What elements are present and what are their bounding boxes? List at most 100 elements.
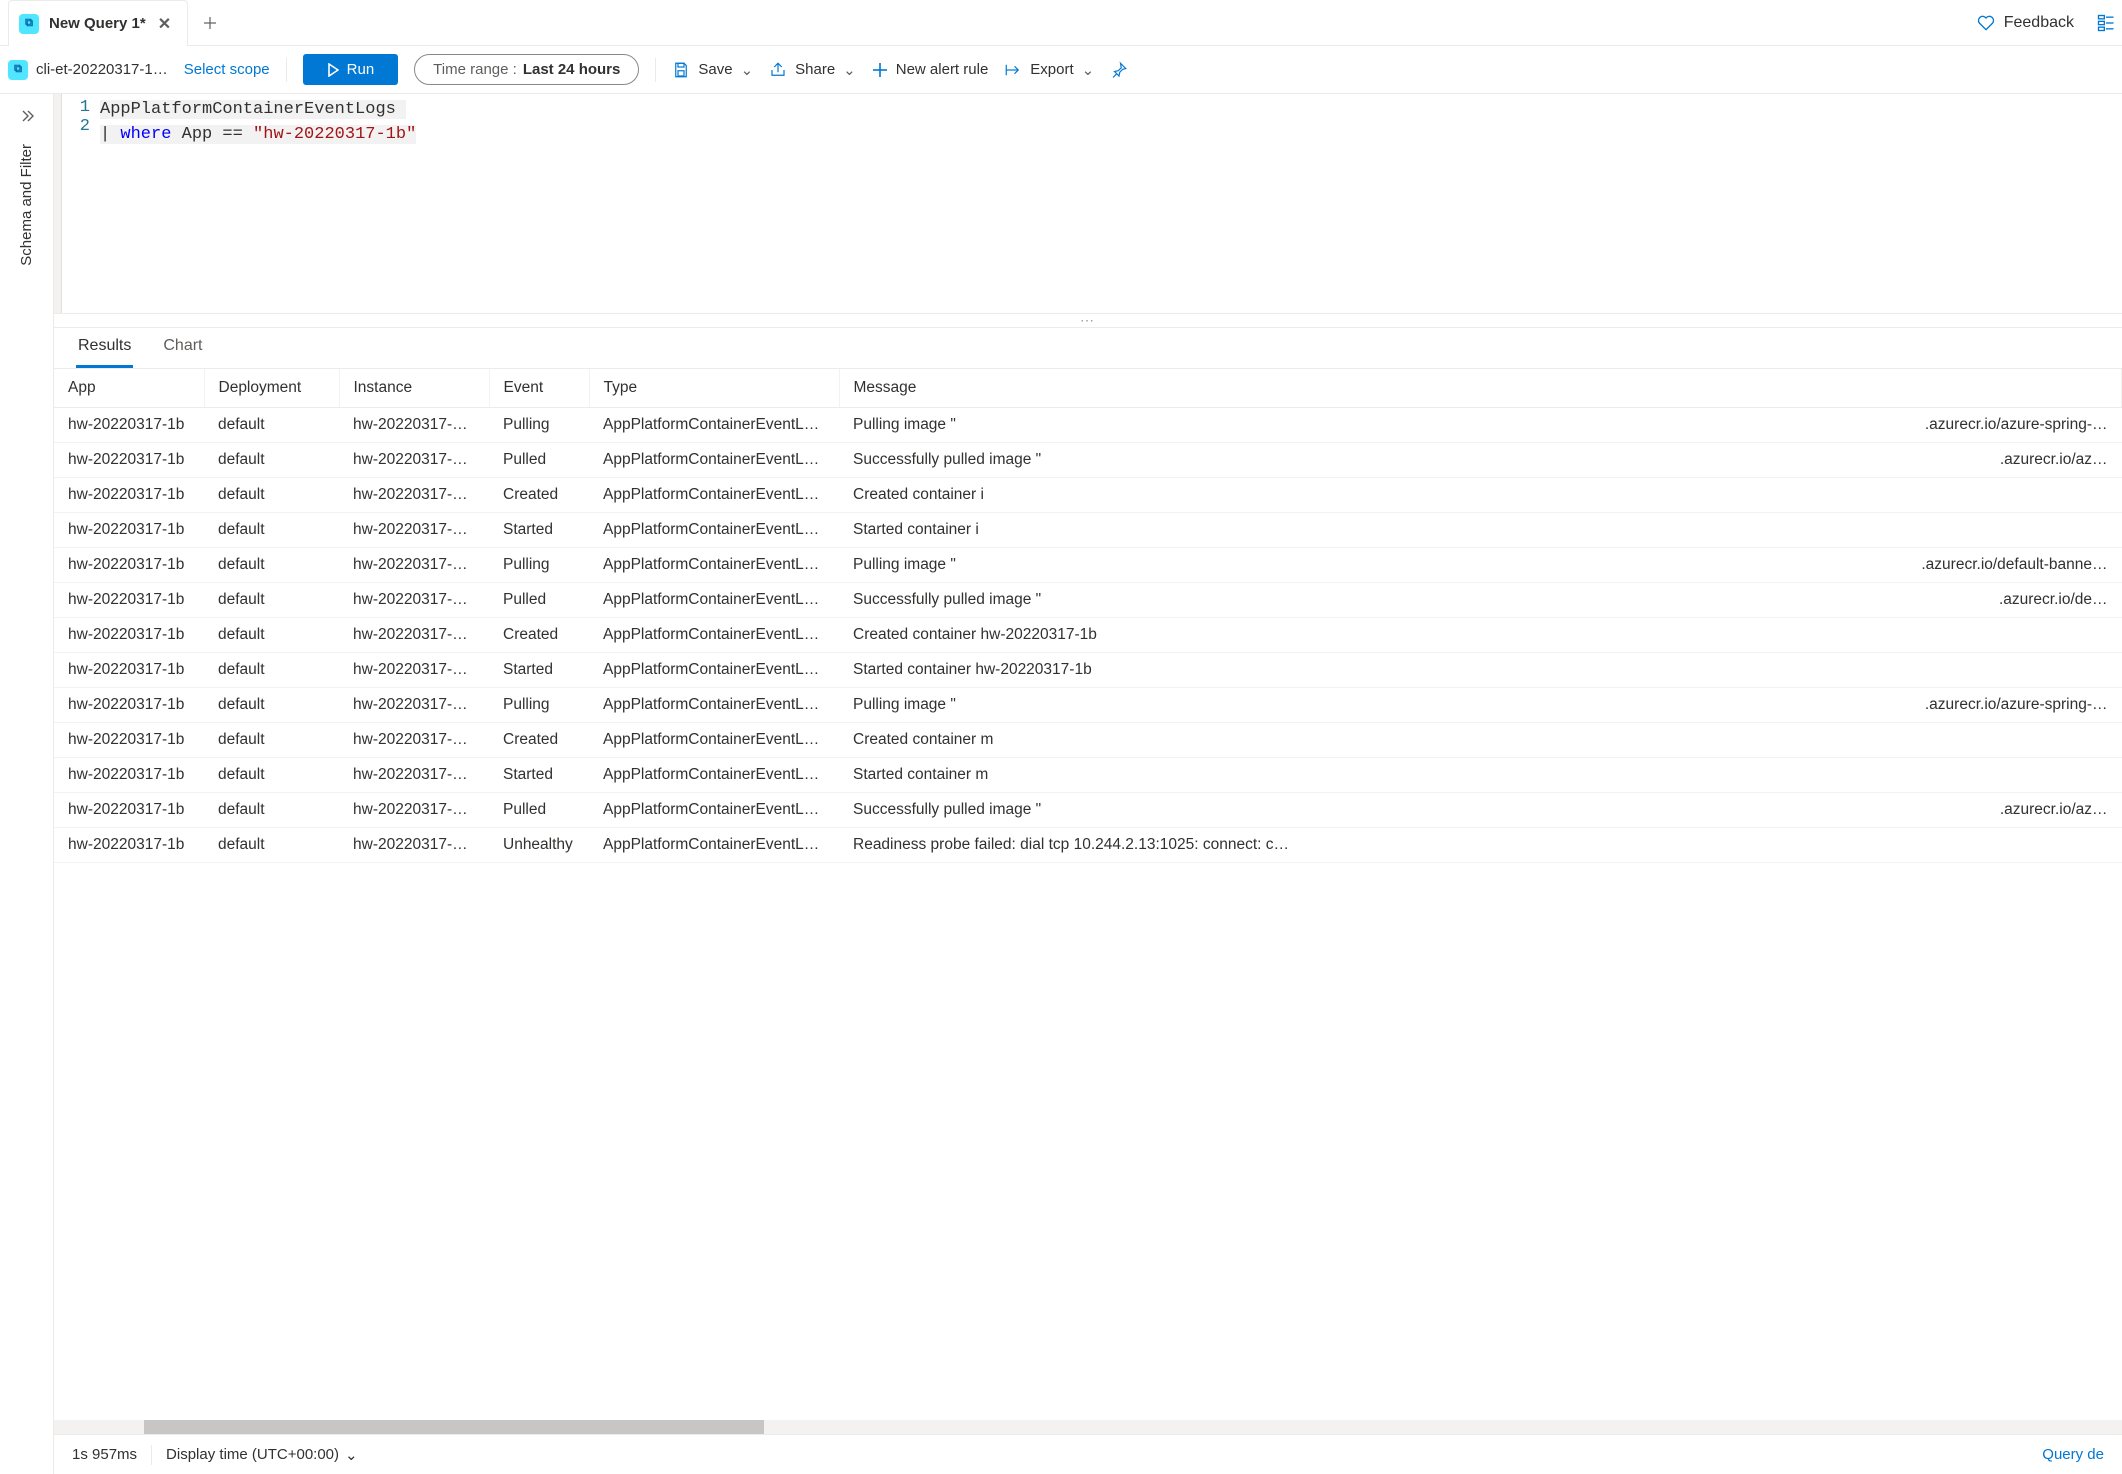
time-range-picker[interactable]: Time range : Last 24 hours [414, 54, 639, 85]
col-header-app[interactable]: App [54, 369, 204, 408]
message-text: Pulling image " [853, 416, 956, 434]
cell-app: hw-20220317-1b [54, 548, 204, 583]
horizontal-scrollbar[interactable] [54, 1420, 2122, 1434]
table-row[interactable]: hw-20220317-1bdefaulthw-20220317-1…Creat… [54, 478, 2122, 513]
cell-message: Created container i [839, 478, 2122, 513]
table-row[interactable]: hw-20220317-1bdefaulthw-20220317-1…Pulli… [54, 688, 2122, 723]
cell-type: AppPlatformContainerEventLogs [589, 513, 839, 548]
cell-type: AppPlatformContainerEventLogs [589, 688, 839, 723]
table-row[interactable]: hw-20220317-1bdefaulthw-20220317-1…Start… [54, 758, 2122, 793]
message-extra: .azurecr.io/az… [2000, 451, 2108, 469]
close-tab-icon[interactable]: ✕ [156, 12, 173, 36]
message-text: Pulling image " [853, 556, 956, 574]
cell-app: hw-20220317-1b [54, 583, 204, 618]
toolbar-divider [286, 58, 287, 82]
cell-event: Pulling [489, 688, 589, 723]
cell-deployment: default [204, 443, 339, 478]
scope-crumb[interactable]: ⧉ cli-et-20220317-1… [8, 60, 168, 80]
cell-deployment: default [204, 513, 339, 548]
query-tab-strip: ⧉ New Query 1* ✕ Feedback [0, 0, 2122, 46]
expand-panel-icon[interactable] [19, 108, 35, 124]
cell-type: AppPlatformContainerEventLogs [589, 443, 839, 478]
status-divider [151, 1445, 152, 1465]
workspace-icon: ⧉ [8, 60, 28, 80]
cell-deployment: default [204, 723, 339, 758]
cell-instance: hw-20220317-1… [339, 583, 489, 618]
status-bar: 1s 957ms Display time (UTC+00:00) ⌄ Quer… [54, 1434, 2122, 1474]
table-row[interactable]: hw-20220317-1bdefaulthw-20220317-1…Creat… [54, 723, 2122, 758]
time-range-value: Last 24 hours [523, 61, 621, 78]
run-label: Run [347, 61, 375, 78]
tab-results[interactable]: Results [76, 331, 133, 368]
table-row[interactable]: hw-20220317-1bdefaulthw-20220317-1…Pulle… [54, 443, 2122, 478]
cell-event: Pulled [489, 583, 589, 618]
cell-type: AppPlatformContainerEventLogs [589, 478, 839, 513]
tab-chart[interactable]: Chart [161, 331, 204, 368]
cell-deployment: default [204, 583, 339, 618]
col-header-deployment[interactable]: Deployment [204, 369, 339, 408]
table-row[interactable]: hw-20220317-1bdefaulthw-20220317-1…Pulli… [54, 548, 2122, 583]
table-row[interactable]: hw-20220317-1bdefaulthw-20220317-1…Pulli… [54, 408, 2122, 443]
new-alert-label: New alert rule [896, 61, 989, 78]
cell-event: Pulling [489, 548, 589, 583]
select-scope-link[interactable]: Select scope [184, 61, 270, 78]
col-header-message[interactable]: Message [839, 369, 2122, 408]
cell-event: Started [489, 758, 589, 793]
table-row[interactable]: hw-20220317-1bdefaulthw-20220317-1…Pulle… [54, 583, 2122, 618]
cell-app: hw-20220317-1b [54, 478, 204, 513]
code-token-table: AppPlatformContainerEventLogs [100, 100, 396, 119]
feedback-label: Feedback [2004, 14, 2074, 32]
scrollbar-thumb[interactable] [144, 1420, 764, 1434]
cell-message: Successfully pulled image ".azurecr.io/a… [839, 793, 2122, 828]
message-extra: .azurecr.io/de… [1999, 591, 2108, 609]
cell-message: Readiness probe failed: dial tcp 10.244.… [839, 828, 2122, 863]
table-row[interactable]: hw-20220317-1bdefaulthw-20220317-1…Start… [54, 513, 2122, 548]
kql-editor[interactable]: 12 AppPlatformContainerEventLogs | where… [54, 94, 2122, 314]
message-text: Successfully pulled image " [853, 801, 1041, 819]
results-grid[interactable]: App Deployment Instance Event Type Messa… [54, 368, 2122, 1420]
cell-app: hw-20220317-1b [54, 653, 204, 688]
cell-message: Pulling image ".azurecr.io/default-banne… [839, 548, 2122, 583]
schema-filter-collapsed-rail: Schema and Filter [0, 94, 54, 1474]
cell-message: Successfully pulled image " .azurecr.io/d… [839, 583, 2122, 618]
feedback-button[interactable]: Feedback [1976, 13, 2074, 33]
query-details-link[interactable]: Query de [2042, 1446, 2104, 1463]
col-header-instance[interactable]: Instance [339, 369, 489, 408]
code-token-keyword: where [120, 125, 171, 144]
display-time-dropdown[interactable]: Display time (UTC+00:00) ⌄ [166, 1446, 358, 1464]
pin-button[interactable] [1110, 61, 1130, 79]
chevron-down-icon: ⌄ [1082, 61, 1095, 79]
export-label: Export [1030, 61, 1073, 78]
table-row[interactable]: hw-20220317-1bdefaulthw-20220317-1…Unhea… [54, 828, 2122, 863]
col-header-event[interactable]: Event [489, 369, 589, 408]
table-row[interactable]: hw-20220317-1bdefaulthw-20220317-1…Creat… [54, 618, 2122, 653]
cell-instance: hw-20220317-1… [339, 548, 489, 583]
cell-event: Started [489, 653, 589, 688]
tab-title: New Query 1* [49, 15, 146, 32]
col-header-type[interactable]: Type [589, 369, 839, 408]
message-text: Successfully pulled image " [853, 591, 1041, 609]
cell-event: Pulled [489, 443, 589, 478]
share-menu[interactable]: Share ⌄ [769, 61, 856, 79]
save-menu[interactable]: Save ⌄ [672, 61, 753, 79]
query-tab[interactable]: ⧉ New Query 1* ✕ [8, 0, 188, 46]
queries-hub-icon[interactable] [2096, 13, 2116, 33]
run-button[interactable]: Run [303, 54, 399, 85]
schema-filter-label[interactable]: Schema and Filter [18, 144, 35, 546]
cell-type: AppPlatformContainerEventLogs [589, 618, 839, 653]
new-alert-rule-button[interactable]: New alert rule [872, 61, 989, 78]
message-text: Pulling image " [853, 696, 956, 714]
export-menu[interactable]: Export ⌄ [1004, 61, 1094, 79]
code-token-expr: App == [171, 125, 253, 144]
code-content[interactable]: AppPlatformContainerEventLogs | where Ap… [100, 94, 416, 313]
cell-deployment: default [204, 758, 339, 793]
new-tab-button[interactable] [194, 7, 226, 39]
code-token-string: "hw-20220317-1b" [253, 125, 416, 144]
table-row[interactable]: hw-20220317-1bdefaulthw-20220317-1…Pulle… [54, 793, 2122, 828]
cell-event: Created [489, 723, 589, 758]
vertical-resize-handle[interactable]: ⋯ [54, 314, 2122, 328]
editor-left-splitter[interactable] [54, 94, 62, 313]
cell-deployment: default [204, 408, 339, 443]
cell-message: Pulling image ".azurecr.io/azure-spring-… [839, 408, 2122, 443]
table-row[interactable]: hw-20220317-1bdefaulthw-20220317-1…Start… [54, 653, 2122, 688]
